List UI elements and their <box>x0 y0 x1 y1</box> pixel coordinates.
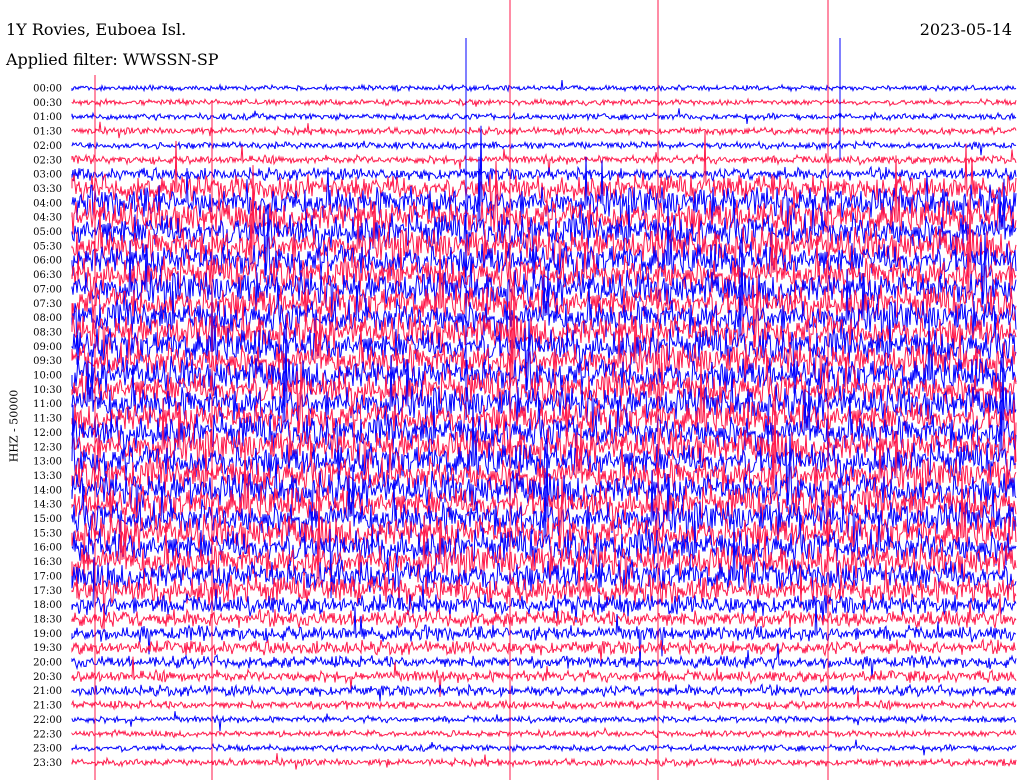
trace-row <box>71 139 1017 156</box>
row-label: 17:30 <box>33 586 62 597</box>
trace-row <box>71 108 1017 124</box>
row-label: 18:30 <box>33 614 62 625</box>
row-label: 18:00 <box>33 600 62 611</box>
row-label: 19:00 <box>33 629 62 640</box>
trace-row <box>71 753 1017 770</box>
row-label: 15:30 <box>33 528 62 539</box>
row-label: 19:30 <box>33 643 62 654</box>
row-label: 10:30 <box>33 385 62 396</box>
date-label: 2023-05-14 <box>919 20 1012 39</box>
row-label: 20:30 <box>33 672 62 683</box>
row-label: 13:00 <box>33 457 62 468</box>
row-label: 07:30 <box>33 299 62 310</box>
row-label: 16:30 <box>33 557 62 568</box>
filter-label: Applied filter: WWSSN-SP <box>6 50 219 69</box>
row-label: 20:00 <box>33 658 62 669</box>
row-label: 12:00 <box>33 428 62 439</box>
trace-row <box>71 97 1017 108</box>
row-label: 14:30 <box>33 500 62 511</box>
row-label: 23:30 <box>33 758 62 769</box>
row-label: 12:30 <box>33 442 62 453</box>
row-label: 23:00 <box>33 744 62 755</box>
row-label: 05:30 <box>33 241 62 252</box>
row-label: 04:00 <box>33 198 62 209</box>
row-label: 02:30 <box>33 155 62 166</box>
trace-row <box>71 726 1017 739</box>
row-label: 11:30 <box>33 414 62 425</box>
row-label: 00:30 <box>33 98 62 109</box>
trace-row <box>71 165 1017 187</box>
trace-lines <box>71 0 1017 780</box>
row-label: 21:30 <box>33 701 62 712</box>
trace-row <box>71 683 1017 702</box>
row-label: 14:00 <box>33 485 62 496</box>
trace-row <box>71 79 1017 93</box>
row-label: 05:00 <box>33 227 62 238</box>
row-label: 21:00 <box>33 686 62 697</box>
row-label: 08:00 <box>33 313 62 324</box>
row-label: 16:00 <box>33 543 62 554</box>
row-label: 06:00 <box>33 256 62 267</box>
row-label: 03:30 <box>33 184 62 195</box>
trace-row <box>71 121 1017 139</box>
row-label: 22:00 <box>33 715 62 726</box>
row-label: 08:30 <box>33 327 62 338</box>
row-label: 13:30 <box>33 471 62 482</box>
row-label: 07:00 <box>33 284 62 295</box>
row-label: 22:30 <box>33 729 62 740</box>
time-labels: 00:00 00:30 01:00 01:30 02:00 02:30 03:00 03:30… <box>33 84 62 769</box>
row-label: 17:00 <box>33 571 62 582</box>
row-label: 02:00 <box>33 141 62 152</box>
trace-row <box>71 145 1017 175</box>
row-label: 09:30 <box>33 356 62 367</box>
row-label: 01:30 <box>33 127 62 138</box>
trace-row <box>71 690 1017 712</box>
y-axis-label: HHZ - 50000 <box>7 389 21 463</box>
row-label: 09:00 <box>33 342 62 353</box>
trace-row <box>71 593 1017 631</box>
row-label: 11:00 <box>33 399 62 410</box>
row-label: 15:00 <box>33 514 62 525</box>
trace-row <box>71 637 1017 662</box>
helicorder-plot: 00:00 00:30 01:00 01:30 02:00 02:30 03:00 03:30… <box>33 0 1017 780</box>
trace-row <box>71 711 1017 732</box>
row-label: 10:00 <box>33 371 62 382</box>
row-label: 06:30 <box>33 270 62 281</box>
row-label: 04:30 <box>33 213 62 224</box>
trace-row <box>71 739 1017 756</box>
row-label: 01:00 <box>33 112 62 123</box>
row-label: 03:00 <box>33 170 62 181</box>
row-label: 00:00 <box>33 84 62 95</box>
station-title: 1Y Rovies, Euboea Isl. <box>6 20 187 39</box>
